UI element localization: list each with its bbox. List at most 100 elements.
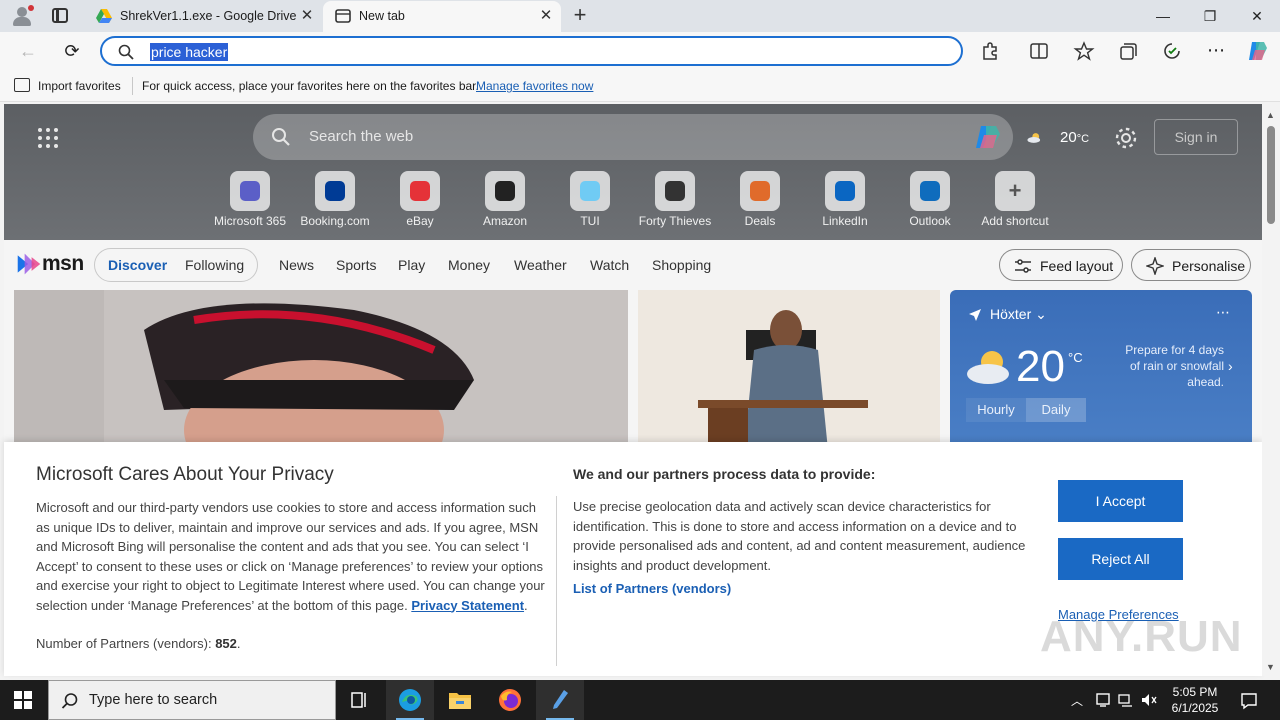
windows-start-icon[interactable] bbox=[14, 691, 32, 709]
more-options-icon[interactable]: ⋯ bbox=[1216, 304, 1230, 321]
feed-layout-button[interactable]: Feed layout bbox=[999, 249, 1123, 281]
scrollbar-thumb[interactable] bbox=[1267, 126, 1275, 224]
scroll-up-icon[interactable]: ▲ bbox=[1266, 110, 1275, 120]
plus-icon: + bbox=[995, 171, 1035, 211]
address-bar[interactable]: price hacker bbox=[100, 36, 963, 66]
volume-icon[interactable] bbox=[1141, 692, 1157, 708]
shortcut-amazon[interactable]: Amazon bbox=[465, 170, 545, 236]
chevron-right-icon[interactable]: › bbox=[1228, 358, 1233, 374]
partly-cloudy-icon[interactable] bbox=[1026, 126, 1060, 150]
accept-button[interactable]: I Accept bbox=[1058, 480, 1183, 522]
clock-date: 6/1/2025 bbox=[1171, 701, 1219, 715]
notifications-icon[interactable] bbox=[1240, 692, 1258, 710]
tab-following[interactable]: Following bbox=[185, 257, 244, 273]
new-tab-button[interactable]: + bbox=[568, 4, 592, 28]
shortcut-booking-com[interactable]: Booking.com bbox=[295, 170, 375, 236]
shortcut-add-shortcut[interactable]: + Add shortcut bbox=[975, 170, 1055, 236]
import-favorites-button[interactable]: Import favorites bbox=[38, 79, 121, 93]
personalise-button[interactable]: Personalise bbox=[1131, 249, 1251, 281]
copilot-icon[interactable] bbox=[1246, 40, 1270, 62]
linkedin-icon bbox=[825, 171, 865, 211]
tab-discover[interactable]: Discover bbox=[108, 257, 167, 273]
scroll-down-icon[interactable]: ▼ bbox=[1266, 662, 1275, 672]
nav-shopping[interactable]: Shopping bbox=[652, 257, 711, 273]
privacy-consent-banner: Microsoft Cares About Your Privacy Micro… bbox=[4, 442, 1262, 676]
restore-button[interactable]: ❐ bbox=[1195, 4, 1225, 28]
nav-watch[interactable]: Watch bbox=[590, 257, 629, 273]
web-search-placeholder[interactable]: Search the web bbox=[309, 128, 413, 145]
tab-actions-icon[interactable] bbox=[52, 8, 68, 23]
partners-list-link[interactable]: List of Partners (vendors) bbox=[573, 581, 731, 596]
network-icon[interactable] bbox=[1118, 692, 1134, 708]
shortcut-forty-thieves[interactable]: Forty Thieves bbox=[635, 170, 715, 236]
close-tab-icon[interactable]: ✕ bbox=[298, 7, 316, 25]
device-icon[interactable] bbox=[1095, 692, 1111, 708]
pen-app-icon[interactable] bbox=[536, 680, 584, 720]
file-explorer-icon[interactable] bbox=[436, 680, 484, 720]
weather-temperature: 20 bbox=[1016, 342, 1065, 391]
weather-location[interactable]: Höxter ⌄ bbox=[990, 306, 1047, 323]
refresh-button[interactable]: ⟳ bbox=[59, 39, 85, 63]
msn-logo-text[interactable]: msn bbox=[42, 252, 84, 276]
weather-forecast-hint[interactable]: Prepare for 4 days of rain or snowfall a… bbox=[1120, 342, 1224, 390]
profile-icon[interactable] bbox=[10, 5, 34, 27]
tab-new-tab[interactable]: New tab ✕ bbox=[323, 1, 561, 32]
weather-temperature[interactable]: 20°C bbox=[1060, 129, 1089, 146]
firefox-icon[interactable] bbox=[486, 680, 534, 720]
browser-essentials-icon[interactable] bbox=[1161, 41, 1183, 61]
back-button[interactable]: ← bbox=[15, 39, 41, 63]
collections-icon[interactable] bbox=[1117, 41, 1139, 61]
nav-news[interactable]: News bbox=[279, 257, 314, 273]
browser-toolbar: ← ⟳ price hacker ⋯ bbox=[0, 32, 1280, 70]
shortcut-outlook[interactable]: Outlook bbox=[890, 170, 970, 236]
chevron-up-icon[interactable]: ︿ bbox=[1071, 692, 1087, 708]
taskbar-search-placeholder[interactable]: Type here to search bbox=[89, 692, 217, 708]
windows-taskbar: Type here to search ︿ 5:05 PM 6/1/2025 bbox=[0, 680, 1280, 720]
shortcut-ebay[interactable]: eBay bbox=[380, 170, 460, 236]
tab-google-drive[interactable]: ShrekVer1.1.exe - Google Drive ✕ bbox=[84, 1, 322, 32]
taskbar-search-box[interactable]: Type here to search bbox=[48, 680, 336, 720]
address-input[interactable]: price hacker bbox=[150, 43, 229, 61]
import-favorites-icon[interactable] bbox=[14, 78, 30, 92]
manage-favorites-link[interactable]: Manage favorites now bbox=[476, 79, 593, 93]
nav-play[interactable]: Play bbox=[398, 257, 425, 273]
tab-hourly[interactable]: Hourly bbox=[966, 398, 1026, 422]
app-launcher-icon[interactable] bbox=[38, 128, 58, 148]
news-card-office[interactable] bbox=[638, 290, 940, 450]
tab-daily[interactable]: Daily bbox=[1026, 398, 1086, 422]
favorites-star-icon[interactable] bbox=[1073, 41, 1095, 61]
clock-time: 5:05 PM bbox=[1172, 685, 1218, 699]
shortcut-label: LinkedIn bbox=[822, 214, 868, 228]
task-view-icon[interactable] bbox=[336, 680, 384, 720]
copilot-icon[interactable] bbox=[973, 122, 1003, 152]
split-screen-icon[interactable] bbox=[1028, 41, 1050, 61]
shortcut-deals[interactable]: Deals bbox=[720, 170, 800, 236]
shortcut-tui[interactable]: TUI bbox=[550, 170, 630, 236]
microsoft365-icon bbox=[230, 171, 270, 211]
reject-all-button[interactable]: Reject All bbox=[1058, 538, 1183, 580]
nav-money[interactable]: Money bbox=[448, 257, 490, 273]
tab-title: ShrekVer1.1.exe - Google Drive bbox=[120, 9, 297, 23]
shortcut-linkedin[interactable]: LinkedIn bbox=[805, 170, 885, 236]
shortcut-label: Deals bbox=[744, 214, 776, 228]
gear-icon[interactable] bbox=[1114, 126, 1138, 150]
msn-butterfly-icon[interactable] bbox=[16, 250, 42, 278]
news-card-racing-driver[interactable] bbox=[14, 290, 628, 450]
web-search-box[interactable]: Search the web bbox=[253, 114, 1013, 160]
close-window-button[interactable]: ✕ bbox=[1242, 4, 1272, 28]
sign-in-button[interactable]: Sign in bbox=[1154, 119, 1238, 155]
google-drive-icon bbox=[96, 9, 112, 23]
close-tab-icon[interactable]: ✕ bbox=[537, 7, 555, 25]
shortcut-microsoft-365[interactable]: Microsoft 365 bbox=[210, 170, 290, 236]
weather-card[interactable]: Höxter ⌄ ⋯ 20 °C Prepare for 4 days of r… bbox=[950, 290, 1252, 450]
extensions-icon[interactable] bbox=[980, 41, 1002, 61]
page-scrollbar[interactable]: ▲ ▼ bbox=[1262, 104, 1280, 676]
favorites-divider bbox=[132, 77, 133, 95]
nav-sports[interactable]: Sports bbox=[336, 257, 376, 273]
minimize-button[interactable]: — bbox=[1148, 4, 1178, 28]
taskbar-clock[interactable]: 5:05 PM 6/1/2025 bbox=[1162, 684, 1228, 716]
privacy-statement-link[interactable]: Privacy Statement bbox=[411, 598, 524, 613]
settings-more-button[interactable]: ⋯ bbox=[1203, 38, 1229, 62]
nav-weather[interactable]: Weather bbox=[514, 257, 567, 273]
edge-taskbar-icon[interactable] bbox=[386, 680, 434, 720]
